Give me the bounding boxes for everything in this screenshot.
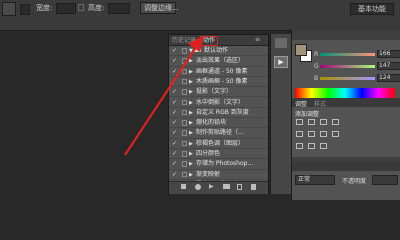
b-value[interactable]: 124 xyxy=(377,74,400,82)
actions-toolbar: ▶ xyxy=(169,181,268,194)
actions-panel-icon[interactable]: ▶ xyxy=(274,56,288,68)
new-action-icon[interactable] xyxy=(237,184,242,190)
history-panel-icon[interactable] xyxy=(275,38,287,48)
swap-dimensions-icon[interactable] xyxy=(78,4,84,11)
stop-icon[interactable] xyxy=(181,184,186,189)
action-item-label: 存储为 Photoshop… xyxy=(196,160,254,168)
tool-preset-picker[interactable] xyxy=(2,2,16,16)
layers-tabbar xyxy=(292,162,400,171)
channel-b-label: B xyxy=(314,75,319,82)
brightness-icon[interactable] xyxy=(296,119,303,125)
height-label: 高度: xyxy=(88,4,105,12)
r-slider[interactable] xyxy=(320,53,375,56)
color-balance-icon[interactable] xyxy=(320,131,327,137)
toggle-check-icon[interactable]: ✓ xyxy=(172,170,179,178)
r-value[interactable]: 166 xyxy=(377,50,400,58)
action-item-label: 渐变映射 xyxy=(196,170,221,178)
width-field[interactable] xyxy=(56,3,76,14)
new-set-icon[interactable] xyxy=(223,184,230,189)
expand-triangle-icon[interactable]: ▶ xyxy=(189,159,193,169)
collapsed-panel-dock: ▶ xyxy=(270,34,291,194)
record-icon[interactable] xyxy=(195,184,201,190)
width-label: 宽度: xyxy=(36,4,53,12)
adjustments-panel: 添加调整 xyxy=(292,107,400,157)
curves-icon[interactable] xyxy=(320,119,327,125)
feather-field[interactable] xyxy=(20,4,30,15)
toggle-check-icon[interactable]: ✓ xyxy=(172,159,179,167)
color-panel: R 166 G 147 B 124 xyxy=(292,40,400,106)
dialog-toggle-icon[interactable] xyxy=(182,161,187,167)
channel-g-label: G xyxy=(314,63,319,70)
options-bar: 宽度: 高度: 调整边缘... 基本功能 xyxy=(0,0,400,31)
action-item[interactable]: ✓ ▶ 存储为 Photoshop… xyxy=(169,159,268,170)
channel-r-label: R xyxy=(314,51,319,58)
expand-triangle-icon[interactable]: ▶ xyxy=(189,170,193,180)
hue-saturation-icon[interactable] xyxy=(308,131,315,137)
adjustments-tabbar: 调整 样式 xyxy=(292,98,400,108)
refine-edge-button[interactable]: 调整边缘... xyxy=(140,2,179,14)
blend-mode-select[interactable]: 正常 xyxy=(295,175,335,185)
right-panels: R 166 G 147 B 124 调整 样式 添加调整 正常 不透明度 xyxy=(291,30,400,200)
height-field[interactable] xyxy=(108,3,130,14)
vibrance-icon[interactable] xyxy=(296,131,303,137)
g-value[interactable]: 147 xyxy=(377,62,400,70)
exposure-icon[interactable] xyxy=(332,119,339,125)
levels-icon[interactable] xyxy=(308,119,315,125)
opacity-field[interactable] xyxy=(372,175,398,185)
panel-menu-icon[interactable]: ≡ xyxy=(255,36,260,44)
threshold-icon[interactable] xyxy=(320,143,327,149)
opacity-label: 不透明度 xyxy=(342,178,367,185)
posterize-icon[interactable] xyxy=(308,143,315,149)
invert-icon[interactable] xyxy=(296,143,303,149)
trash-icon[interactable] xyxy=(251,184,256,190)
dialog-toggle-icon[interactable] xyxy=(182,171,187,178)
b-slider[interactable] xyxy=(320,77,375,80)
layers-panel: 正常 不透明度 xyxy=(292,171,400,200)
add-adjustment-label: 添加调整 xyxy=(295,111,320,118)
play-icon[interactable]: ▶ xyxy=(209,183,214,190)
action-item[interactable]: ✓ ▶ 渐变映射 xyxy=(169,170,268,180)
red-arrow-annotation xyxy=(124,35,204,156)
workspace-switcher[interactable]: 基本功能 xyxy=(350,3,394,15)
black-white-icon[interactable] xyxy=(332,131,339,137)
foreground-swatch-top xyxy=(295,44,307,56)
g-slider[interactable] xyxy=(320,65,375,68)
